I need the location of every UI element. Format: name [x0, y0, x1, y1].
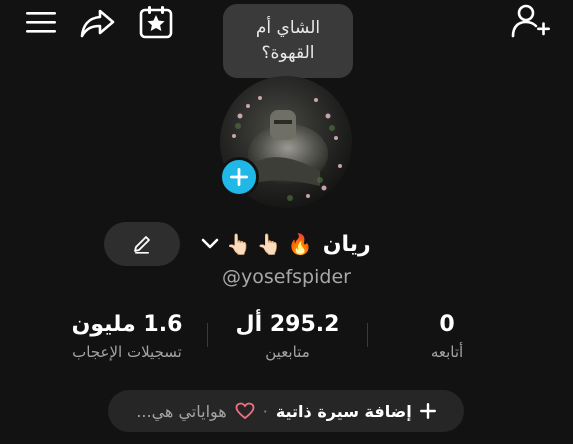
add-story-button[interactable] — [219, 157, 259, 197]
fire-emoji: 🔥 — [287, 232, 313, 256]
share-arrow-icon — [80, 9, 115, 38]
share-button[interactable] — [78, 6, 118, 40]
heart-outline-icon — [235, 402, 255, 420]
plus-icon — [419, 403, 436, 419]
note-bubble[interactable]: الشاي أم القهوة؟ — [223, 4, 353, 78]
likes-count: 1.6 مليون — [71, 312, 183, 337]
add-bio-label: إضافة سيرة ذاتية — [275, 401, 412, 421]
add-bio-button[interactable]: إضافة سيرة ذاتية · هواياتي هي... — [108, 390, 464, 432]
likes-stat[interactable]: 1.6 مليون تسجيلات الإعجاب — [48, 308, 206, 362]
chevron-down-icon[interactable] — [200, 234, 220, 254]
followers-stat[interactable]: 295.2 أل متابعين — [225, 308, 350, 362]
pencil-icon — [134, 236, 150, 254]
hobbies-label: هواياتي هي... — [136, 401, 227, 421]
following-stat[interactable]: 0 أتابعه — [402, 308, 492, 362]
plus-icon — [230, 168, 248, 186]
followers-label: متابعين — [265, 343, 310, 361]
following-count: 0 — [439, 312, 455, 337]
add-user-icon — [511, 4, 550, 38]
handle-text: @yosefspider — [222, 266, 351, 288]
bio-separator: · — [262, 401, 268, 421]
profile-name-row[interactable]: 👆🏻 👆🏻 🔥 ريان — [200, 224, 371, 264]
edit-profile-button[interactable] — [104, 222, 180, 266]
following-label: أتابعه — [430, 343, 464, 361]
followers-count: 295.2 أل — [235, 312, 340, 337]
note-line-2: القهوة؟ — [261, 43, 315, 63]
profile-name: ريان — [322, 231, 371, 257]
likes-label: تسجيلات الإعجاب — [72, 343, 182, 361]
hamburger-menu-icon — [26, 12, 56, 33]
note-line-1: الشاي أم — [255, 18, 321, 38]
pointing-up-emoji: 👆🏻 — [226, 232, 251, 256]
add-user-button[interactable] — [510, 2, 552, 40]
calendar-star-icon — [139, 6, 173, 39]
stat-divider — [207, 323, 208, 347]
pointing-up-emoji: 👆🏻 — [256, 232, 282, 256]
stat-divider — [367, 323, 368, 347]
username-handle: @yosefspider — [0, 266, 573, 288]
menu-button[interactable] — [24, 8, 58, 38]
calendar-button[interactable] — [137, 4, 175, 40]
